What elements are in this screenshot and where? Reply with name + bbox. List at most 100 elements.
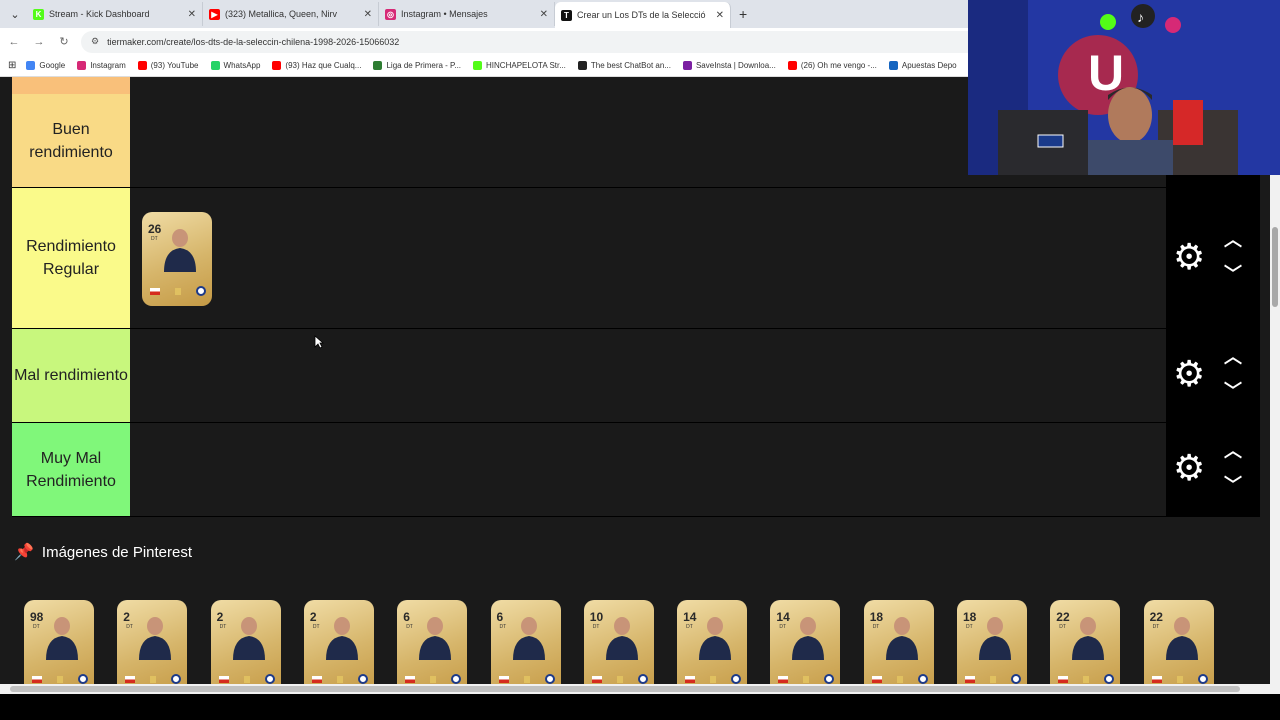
coach-photo [699, 617, 732, 660]
bookmark-item[interactable]: Instagram [77, 61, 126, 70]
scrollbar-thumb[interactable] [1272, 227, 1278, 307]
tier-row: Mal rendimiento ⚙ ︿ ﹀ [12, 329, 1260, 423]
card-position: DT [33, 624, 40, 630]
tab-close-icon[interactable]: ✕ [716, 10, 724, 21]
bookmark-item[interactable]: WhatsApp [210, 61, 260, 70]
bookmark-favicon-icon [26, 61, 36, 70]
tab-title: Crear un Los DTs de la Selecció [577, 10, 706, 20]
tier-label[interactable]: Mal rendimiento [12, 329, 130, 422]
card-position: DT [406, 624, 413, 630]
federation-badge-icon [264, 674, 275, 684]
card-position: DT [1152, 624, 1160, 630]
chevron-up-icon[interactable]: ︿ [1224, 442, 1242, 460]
coach-card[interactable]: 14 DT [770, 600, 841, 684]
tier-label[interactable]: Rendimiento Regular [12, 188, 130, 328]
country-flag-icon [1151, 675, 1162, 683]
federation-badge-icon [357, 674, 368, 684]
coach-photo [792, 617, 825, 660]
forward-icon[interactable]: → [28, 36, 50, 48]
coach-card[interactable]: 22 DT [1143, 600, 1214, 684]
browser-tab[interactable]: T Crear un Los DTs de la Selecció ✕ [555, 2, 731, 28]
card-position: DT [592, 624, 600, 630]
trophy-icon [1176, 675, 1183, 683]
chevron-down-icon[interactable]: ﹀ [1224, 382, 1242, 400]
back-icon[interactable]: ← [3, 36, 25, 48]
bookmark-item[interactable]: HINCHAPELOTA Str... [473, 61, 566, 70]
tab-close-icon[interactable]: ✕ [364, 9, 372, 20]
bookmark-favicon-icon [473, 61, 483, 70]
gear-icon[interactable]: ⚙ [1173, 450, 1205, 486]
address-bar[interactable]: ⚙ tiermaker.com/create/los-dts-de-la-sel… [81, 30, 1041, 53]
coach-card[interactable]: 6 DT [490, 600, 561, 684]
coach-card[interactable]: 98 DT [24, 600, 94, 684]
pinterest-title: Imágenes de Pinterest [41, 543, 193, 561]
coach-card[interactable]: 22 DT [1050, 600, 1121, 684]
tier-label[interactable]: Muy Mal Rendimiento [12, 423, 130, 516]
reload-icon[interactable]: ↻ [53, 35, 75, 48]
browser-tab[interactable]: K Stream - Kick Dashboard ✕ [27, 2, 203, 26]
card-position: DT [966, 624, 973, 630]
coach-card[interactable]: 14 DT [677, 600, 748, 684]
chevron-down-icon[interactable]: ﹀ [1224, 265, 1242, 283]
bookmark-favicon-icon [787, 61, 797, 70]
tier-controls: ⚙ ︿ ﹀ [1166, 329, 1260, 422]
apps-icon[interactable]: ⊞ [8, 60, 16, 71]
bookmark-item[interactable]: (26) Oh me vengo -... [787, 61, 877, 70]
new-tab-button[interactable]: + [739, 6, 747, 22]
country-flag-icon [1058, 675, 1069, 683]
chevron-down-icon[interactable]: ﹀ [1224, 476, 1242, 494]
gear-icon[interactable]: ⚙ [1173, 356, 1205, 392]
trophy-icon [430, 675, 437, 683]
bookmark-item[interactable]: (93) YouTube [137, 61, 199, 70]
bookmark-label: The best ChatBot an... [590, 61, 671, 70]
chevron-up-icon[interactable]: ︿ [1224, 231, 1242, 249]
coach-card[interactable]: 2 DT [117, 600, 188, 684]
site-info-icon[interactable]: ⚙ [91, 36, 99, 47]
card-flags [965, 674, 1021, 684]
bookmark-item[interactable]: Apuestas Depo [888, 61, 957, 70]
coach-photo [1165, 617, 1198, 660]
coach-card[interactable]: 18 DT [957, 600, 1027, 684]
country-flag-icon [32, 675, 42, 683]
coach-photo [885, 617, 918, 660]
coach-card[interactable]: 6 DT [397, 600, 468, 684]
tab-close-icon[interactable]: ✕ [540, 9, 548, 20]
coach-card[interactable]: 2 DT [303, 600, 374, 684]
bookmark-item[interactable]: Google [26, 61, 65, 70]
browser-tab[interactable]: ▶ (323) Metallica, Queen, Nirv ✕ [203, 2, 379, 26]
coach-card[interactable]: 26 DT [142, 212, 212, 306]
federation-badge-icon [1104, 674, 1115, 684]
tier-items[interactable] [130, 329, 1166, 422]
federation-badge-icon [637, 674, 648, 684]
svg-text:♪: ♪ [1137, 9, 1144, 25]
trophy-icon [1083, 675, 1090, 683]
card-position: DT [686, 624, 693, 630]
tier-items[interactable] [130, 423, 1166, 516]
bookmark-item[interactable]: The best ChatBot an... [577, 61, 671, 70]
federation-badge-icon [451, 674, 462, 684]
card-position: DT [1059, 624, 1066, 630]
tab-search-button[interactable]: ⌄ [3, 4, 27, 24]
country-flag-icon [125, 675, 136, 683]
bookmark-label: Google [39, 61, 66, 70]
hscrollbar-thumb[interactable] [10, 686, 1240, 692]
tab-close-icon[interactable]: ✕ [188, 9, 196, 20]
card-flags [218, 674, 275, 684]
card-flags [591, 674, 648, 684]
bookmark-item[interactable]: SaveInsta | Downloa... [682, 61, 776, 70]
trophy-icon [175, 287, 181, 295]
tier-label[interactable]: Buen rendimiento [12, 94, 130, 187]
bookmark-item[interactable]: (93) Haz que Cualq... [272, 61, 361, 70]
gear-icon[interactable]: ⚙ [1173, 238, 1205, 275]
tier-items[interactable]: 26 DT [130, 188, 1166, 328]
coach-card[interactable]: 10 DT [583, 600, 654, 684]
coach-card[interactable]: 2 DT [210, 600, 281, 684]
bookmark-item[interactable]: Liga de Primera - P... [373, 61, 461, 70]
browser-tab[interactable]: ◎ Instagram • Mensajes ✕ [379, 2, 555, 26]
coach-card[interactable]: 18 DT [863, 600, 934, 684]
country-flag-icon [150, 287, 160, 295]
horizontal-scrollbar[interactable] [0, 684, 1280, 694]
chevron-up-icon[interactable]: ︿ [1224, 348, 1242, 366]
country-flag-icon [685, 675, 696, 683]
bookmark-label: (93) YouTube [150, 61, 199, 70]
